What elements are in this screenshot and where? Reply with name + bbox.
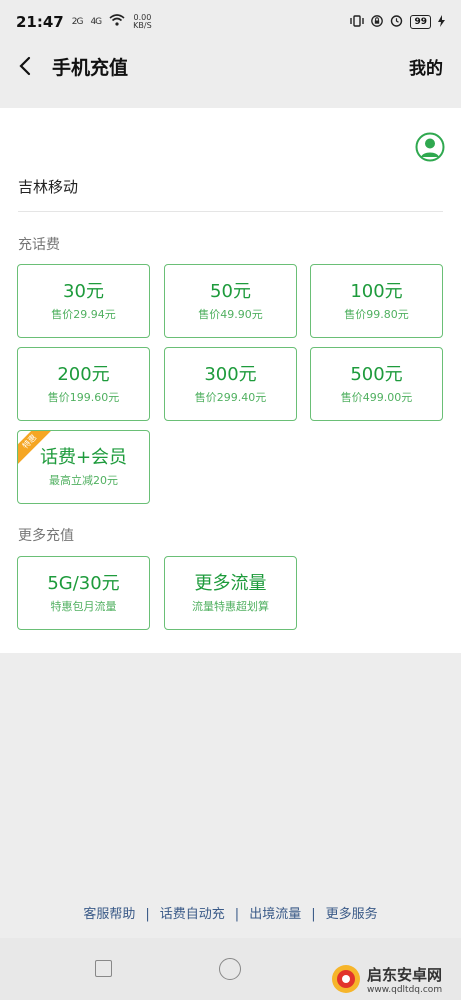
recharge-card: 吉林移动 充话费 30元 售价29.94元 50元 售价49.90元 100元 …	[0, 108, 461, 653]
recharge-option-500[interactable]: 500元 售价499.00元	[310, 347, 443, 421]
page-title: 手机充值	[52, 56, 129, 79]
footer-links: 客服帮助 | 话费自动充 | 出境流量 | 更多服务	[0, 903, 461, 922]
status-bar: 21:47 2G 4G 0.00 KB/S 99	[0, 0, 461, 44]
divider	[18, 211, 443, 212]
my-button[interactable]: 我的	[409, 54, 443, 79]
wifi-icon	[109, 14, 125, 30]
alarm-icon	[390, 14, 403, 30]
recharge-option-300[interactable]: 300元 售价299.40元	[164, 347, 297, 421]
signal-2g-icon: 2G	[71, 17, 84, 27]
recharge-option-membership[interactable]: 特惠 话费+会员 最高立减20元	[17, 430, 150, 504]
carrier-label: 吉林移动	[18, 178, 79, 196]
charging-icon	[438, 14, 445, 30]
recents-button[interactable]	[95, 960, 112, 977]
battery-level: 99	[410, 15, 431, 29]
section-title-recharge: 充话费	[18, 237, 60, 253]
recharge-option-200[interactable]: 200元 售价199.60元	[17, 347, 150, 421]
recharge-option-100[interactable]: 100元 售价99.80元	[310, 264, 443, 338]
footer-link-more-services[interactable]: 更多服务	[316, 907, 388, 922]
watermark-url: www.qdltdq.com	[367, 984, 443, 995]
lock-icon	[371, 14, 384, 30]
nav-bar: 手机充值 我的	[0, 44, 461, 88]
footer-link-help[interactable]: 客服帮助	[73, 907, 145, 922]
network-speed: 0.00 KB/S	[133, 13, 152, 30]
home-button[interactable]	[219, 958, 241, 980]
watermark-logo-icon	[330, 963, 362, 995]
footer-link-roaming-data[interactable]: 出境流量	[239, 907, 311, 922]
recharge-option-30[interactable]: 30元 售价29.94元	[17, 264, 150, 338]
more-option-5g[interactable]: 5G/30元 特惠包月流量	[17, 556, 150, 630]
back-arrow-icon[interactable]	[18, 55, 40, 77]
signal-4g-icon: 4G	[90, 17, 102, 27]
status-time: 21:47	[16, 13, 64, 31]
avatar-icon[interactable]	[415, 132, 445, 162]
watermark: 启东安卓网 www.qdltdq.com	[330, 963, 442, 995]
footer-link-auto-recharge[interactable]: 话费自动充	[150, 907, 235, 922]
recharge-option-50[interactable]: 50元 售价49.90元	[164, 264, 297, 338]
vibrate-icon	[350, 14, 365, 30]
more-option-data[interactable]: 更多流量 流量特惠超划算	[164, 556, 297, 630]
watermark-title: 启东安卓网	[367, 965, 443, 984]
section-title-more: 更多充值	[18, 528, 74, 544]
